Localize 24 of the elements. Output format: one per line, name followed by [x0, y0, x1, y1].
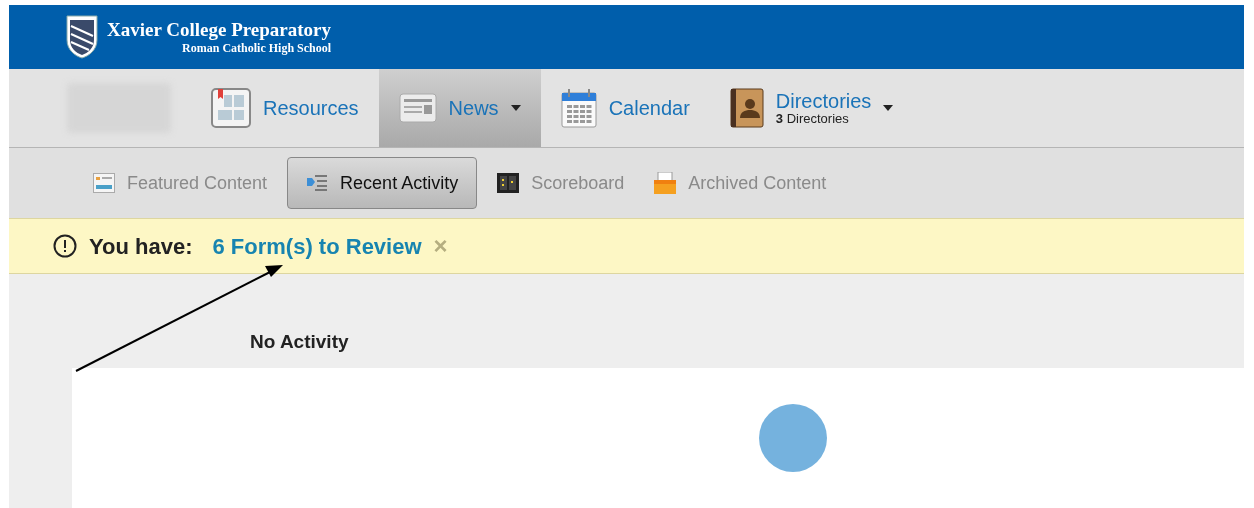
crest-logo [65, 14, 99, 60]
exclamation-icon [53, 234, 77, 258]
list-icon [93, 173, 115, 193]
school-subtitle: Roman Catholic High School [182, 41, 332, 55]
sub-nav-tab[interactable]: Featured Content [83, 157, 278, 209]
newspaper-icon [398, 92, 437, 124]
forms-review-link[interactable]: 6 Form(s) to Review [212, 229, 422, 263]
alert-label: You have: [89, 232, 193, 261]
calendar-icon [560, 88, 597, 128]
activity-list-icon [306, 173, 329, 193]
school-name: Xavier College Preparatory [107, 19, 332, 41]
address-book-icon [729, 88, 764, 128]
nav-tab[interactable]: Directories 3 Directories [709, 69, 914, 147]
scoreboard-icon [497, 173, 520, 193]
resources-icon [211, 88, 251, 128]
nav-tab[interactable]: Calendar [540, 69, 710, 147]
empty-message: No Activity [250, 329, 349, 354]
nav-tab[interactable]: Resources [191, 69, 379, 147]
nav-tab[interactable]: News [378, 69, 541, 147]
sub-nav-tab[interactable]: Archived Content [644, 157, 837, 209]
archive-box-icon [654, 172, 677, 194]
close-button[interactable]: × [433, 234, 448, 258]
sub-nav-tab[interactable]: Recent Activity [287, 157, 478, 209]
sub-nav-tab[interactable]: Scoreboard [487, 157, 635, 209]
